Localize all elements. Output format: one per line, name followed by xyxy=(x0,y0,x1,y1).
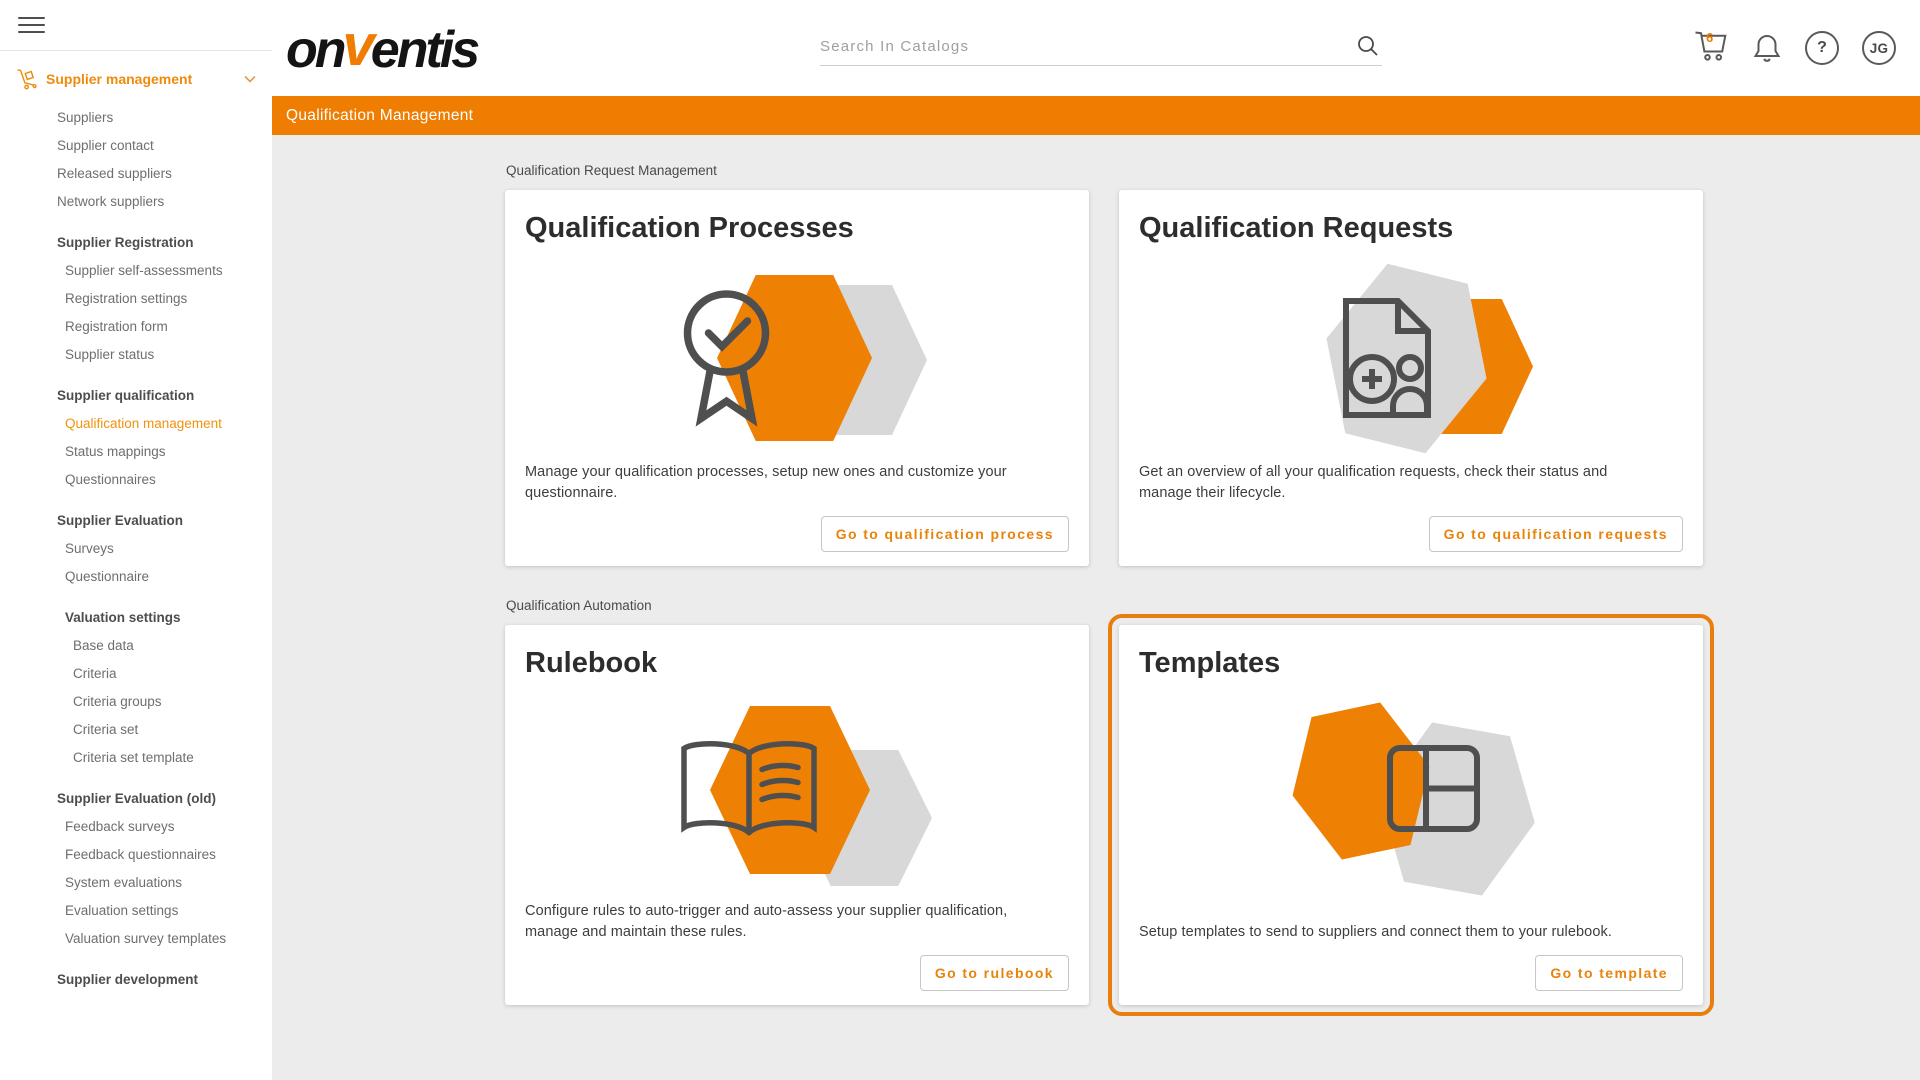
notifications-bell-icon[interactable] xyxy=(1752,33,1782,63)
templates-illustration xyxy=(1286,706,1536,886)
sidebar-item-qualification-management[interactable]: Qualification management xyxy=(0,409,272,437)
card-templates: Templates Setup templates to send to sup… xyxy=(1119,625,1703,1005)
help-glyph: ? xyxy=(1817,39,1827,57)
main-column: onventis 6 ? JG xyxy=(272,0,1920,1080)
card-title: Templates xyxy=(1139,647,1683,680)
sidebar-item-registration-form[interactable]: Registration form xyxy=(0,312,272,340)
card-rulebook: Rulebook Confi xyxy=(505,625,1089,1005)
cart-count-badge: 6 xyxy=(1706,30,1713,45)
sidebar-item-evaluation-settings[interactable]: Evaluation settings xyxy=(0,896,272,924)
avatar-initials: JG xyxy=(1870,41,1889,56)
cards-row-1: Qualification Processes Manage your qual… xyxy=(505,190,1920,566)
card-title: Qualification Requests xyxy=(1139,212,1683,245)
breadcrumb-bar: Qualification Management xyxy=(272,96,1920,135)
card-qualification-processes: Qualification Processes Manage your qual… xyxy=(505,190,1089,566)
rulebook-illustration xyxy=(672,706,922,886)
sidebar-item-registration-settings[interactable]: Registration settings xyxy=(0,284,272,312)
card-description: Get an overview of all your qualificatio… xyxy=(1139,462,1644,504)
sidebar-item-criteria-set-template[interactable]: Criteria set template xyxy=(0,743,272,771)
sidebar-item-questionnaires[interactable]: Questionnaires xyxy=(0,465,272,493)
go-to-template-button[interactable]: Go to template xyxy=(1535,955,1683,991)
sidebar-item-supplier-self-assessments[interactable]: Supplier self-assessments xyxy=(0,256,272,284)
search-icon[interactable] xyxy=(1356,34,1380,58)
card-title: Rulebook xyxy=(525,647,1069,680)
page-content: Qualification Request Management Qualifi… xyxy=(272,135,1920,1080)
go-to-qualification-process-button[interactable]: Go to qualification process xyxy=(821,516,1069,552)
sidebar-item-supplier-contact[interactable]: Supplier contact xyxy=(0,131,272,159)
catalog-search xyxy=(820,27,1382,66)
open-book-icon xyxy=(674,734,824,852)
sidebar-nav: Suppliers Supplier contact Released supp… xyxy=(0,103,272,993)
sidebar-section-supplier-qualification[interactable]: Supplier qualification xyxy=(0,381,272,409)
cart-button[interactable]: 6 xyxy=(1693,29,1729,67)
search-input[interactable] xyxy=(820,27,1348,65)
logo-part1: on xyxy=(286,21,344,79)
go-to-qualification-requests-button[interactable]: Go to qualification requests xyxy=(1429,516,1683,552)
sidebar-section-supplier-development[interactable]: Supplier development xyxy=(0,965,272,993)
sidebar-item-criteria[interactable]: Criteria xyxy=(0,659,272,687)
sidebar-item-system-evaluations[interactable]: System evaluations xyxy=(0,868,272,896)
sidebar-item-feedback-surveys[interactable]: Feedback surveys xyxy=(0,812,272,840)
cards-row-2: Rulebook Confi xyxy=(505,625,1920,1005)
sidebar-item-network-suppliers[interactable]: Network suppliers xyxy=(0,187,272,215)
sidebar-item-criteria-groups[interactable]: Criteria groups xyxy=(0,687,272,715)
qualification-processes-illustration xyxy=(672,271,922,451)
card-description: Manage your qualification processes, set… xyxy=(525,462,1030,504)
logo-part2: entis xyxy=(371,21,477,79)
section-label-automation: Qualification Automation xyxy=(506,598,1920,613)
header-icons: 6 ? JG xyxy=(1693,29,1896,67)
hand-truck-icon xyxy=(16,68,38,90)
card-description: Configure rules to auto-trigger and auto… xyxy=(525,901,1030,943)
sidebar-item-valuation-survey-templates[interactable]: Valuation survey templates xyxy=(0,924,272,952)
card-qualification-requests: Qualification Requests xyxy=(1119,190,1703,566)
go-to-rulebook-button[interactable]: Go to rulebook xyxy=(920,955,1069,991)
template-layout-icon xyxy=(1386,744,1481,834)
app: { "colors": { "accent_orange": "#EE7D01"… xyxy=(0,0,1920,1080)
sidebar-section-supplier-evaluation[interactable]: Supplier Evaluation xyxy=(0,506,272,534)
sidebar-item-base-data[interactable]: Base data xyxy=(0,631,272,659)
sidebar-item-status-mappings[interactable]: Status mappings xyxy=(0,437,272,465)
top-bar: onventis 6 ? JG xyxy=(272,0,1920,96)
onventis-logo: onventis xyxy=(286,19,477,77)
sidebar-item-criteria-set[interactable]: Criteria set xyxy=(0,715,272,743)
section-label-request-management: Qualification Request Management xyxy=(506,163,1920,178)
sidebar-section-supplier-evaluation-old[interactable]: Supplier Evaluation (old) xyxy=(0,784,272,812)
sidebar-item-supplier-status[interactable]: Supplier status xyxy=(0,340,272,368)
sidebar-item-questionnaire[interactable]: Questionnaire xyxy=(0,562,272,590)
qualification-requests-illustration xyxy=(1286,271,1536,451)
hamburger-row xyxy=(0,0,272,51)
user-avatar[interactable]: JG xyxy=(1862,31,1896,65)
sidebar: Supplier management Suppliers Supplier c… xyxy=(0,0,272,1080)
sidebar-section-valuation-settings[interactable]: Valuation settings xyxy=(0,603,272,631)
sidebar-item-suppliers[interactable]: Suppliers xyxy=(0,103,272,131)
breadcrumb: Qualification Management xyxy=(286,107,473,125)
sidebar-section-supplier-registration[interactable]: Supplier Registration xyxy=(0,228,272,256)
sidebar-root-label: Supplier management xyxy=(46,71,192,87)
help-button[interactable]: ? xyxy=(1805,31,1839,65)
medal-check-icon xyxy=(674,281,779,433)
chevron-down-icon xyxy=(244,75,256,83)
logo-v: v xyxy=(343,17,372,75)
sidebar-item-feedback-questionnaires[interactable]: Feedback questionnaires xyxy=(0,840,272,868)
request-document-icon xyxy=(1338,295,1450,423)
hamburger-menu-icon[interactable] xyxy=(18,12,45,38)
sidebar-item-surveys[interactable]: Surveys xyxy=(0,534,272,562)
sidebar-item-supplier-management[interactable]: Supplier management xyxy=(0,61,272,97)
sidebar-item-released-suppliers[interactable]: Released suppliers xyxy=(0,159,272,187)
card-description: Setup templates to send to suppliers and… xyxy=(1139,922,1644,943)
card-title: Qualification Processes xyxy=(525,212,1069,245)
